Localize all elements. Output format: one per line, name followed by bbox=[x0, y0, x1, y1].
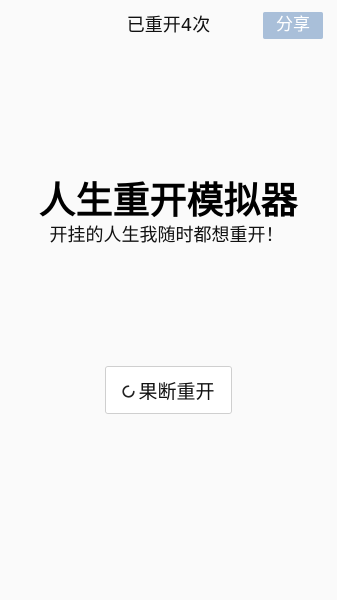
page-title: 人生重开模拟器 bbox=[39, 179, 298, 222]
app-page: 已重开4次 分享 人生重开模拟器 开挂的人生我随时都想重开！ 果断重开 bbox=[0, 0, 337, 600]
restart-button[interactable]: 果断重开 bbox=[105, 366, 232, 414]
title-block: 人生重开模拟器 开挂的人生我随时都想重开！ bbox=[0, 178, 337, 248]
share-button[interactable]: 分享 bbox=[263, 12, 323, 39]
page-subtitle: 开挂的人生我随时都想重开！ bbox=[49, 225, 284, 246]
restart-button-label: 果断重开 bbox=[138, 380, 215, 403]
spinner-icon bbox=[122, 384, 136, 398]
